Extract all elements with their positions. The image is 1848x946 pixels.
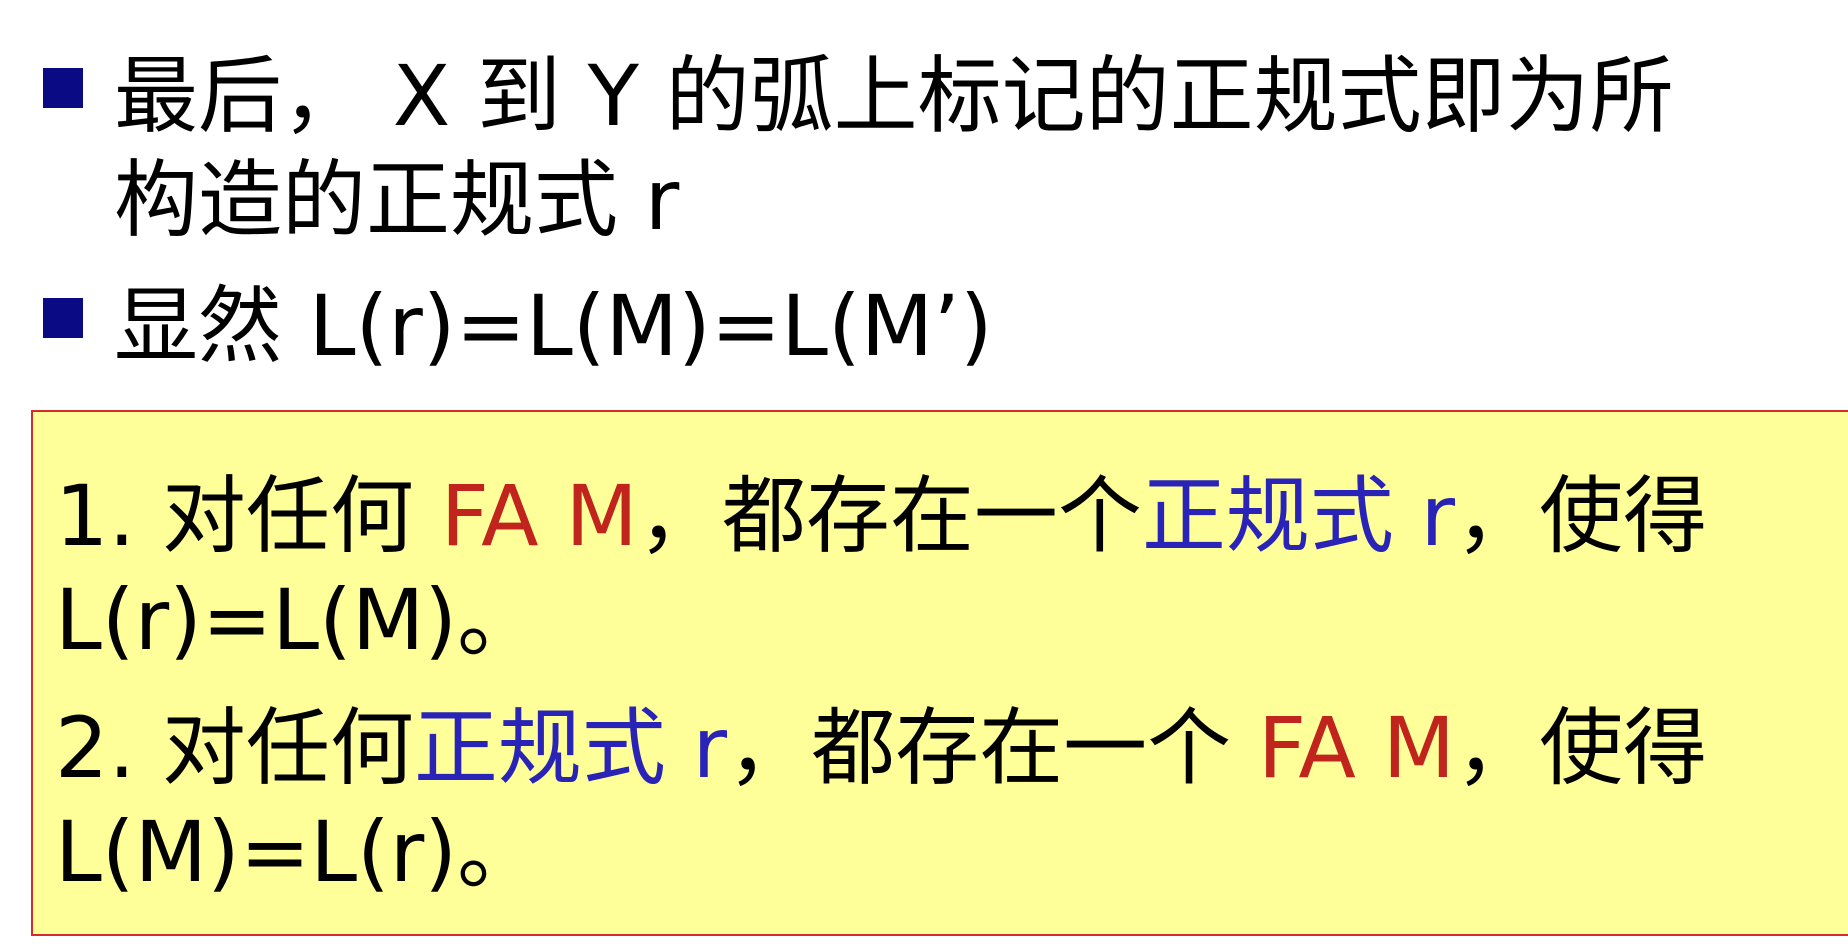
bullet-text: 显然 L(r)=L(M)=L(M’) — [114, 274, 993, 378]
fa-term: FA M — [440, 467, 638, 565]
theorem-prefix: 2. 对任何 — [55, 699, 414, 797]
bullet-line: 最后， X 到 Y 的弧上标记的正规式即为所 — [114, 47, 1674, 145]
theorem-prefix: 1. 对任何 — [55, 467, 441, 565]
bullet-text: 最后， X 到 Y 的弧上标记的正规式即为所 构造的正规式 r — [114, 44, 1674, 252]
bullet-line: 显然 L(r)=L(M)=L(M’) — [114, 277, 993, 375]
theorem-suffix: ，使得 — [1455, 699, 1708, 797]
theorem-line: L(r)=L(M)。 — [55, 571, 542, 669]
theorem-line: 2. 对任何正规式 r，都存在一个 FA M，使得 — [55, 696, 1707, 800]
square-bullet-icon — [43, 298, 83, 338]
regex-term: 正规式 r — [1141, 467, 1456, 565]
theorem-suffix: ，使得 — [1455, 467, 1708, 565]
square-bullet-icon — [43, 68, 83, 108]
fa-term: FA M — [1257, 699, 1456, 797]
theorem-callout-box: 1. 对任何 FA M，都存在一个正规式 r，使得 L(r)=L(M)。 2. … — [31, 410, 1848, 936]
bullet-line: 构造的正规式 r — [114, 151, 680, 249]
theorem-fa-to-regex: 1. 对任何 FA M，都存在一个正规式 r，使得 L(r)=L(M)。 — [55, 464, 1707, 672]
theorem-line: 1. 对任何 FA M，都存在一个正规式 r，使得 — [55, 464, 1707, 568]
theorem-middle: ，都存在一个 — [637, 467, 1142, 565]
theorem-middle: ，都存在一个 — [727, 699, 1258, 797]
regex-term: 正规式 r — [413, 699, 728, 797]
theorem-line: L(M)=L(r)。 — [55, 803, 542, 901]
theorem-regex-to-fa: 2. 对任何正规式 r，都存在一个 FA M，使得 L(M)=L(r)。 — [55, 696, 1707, 904]
